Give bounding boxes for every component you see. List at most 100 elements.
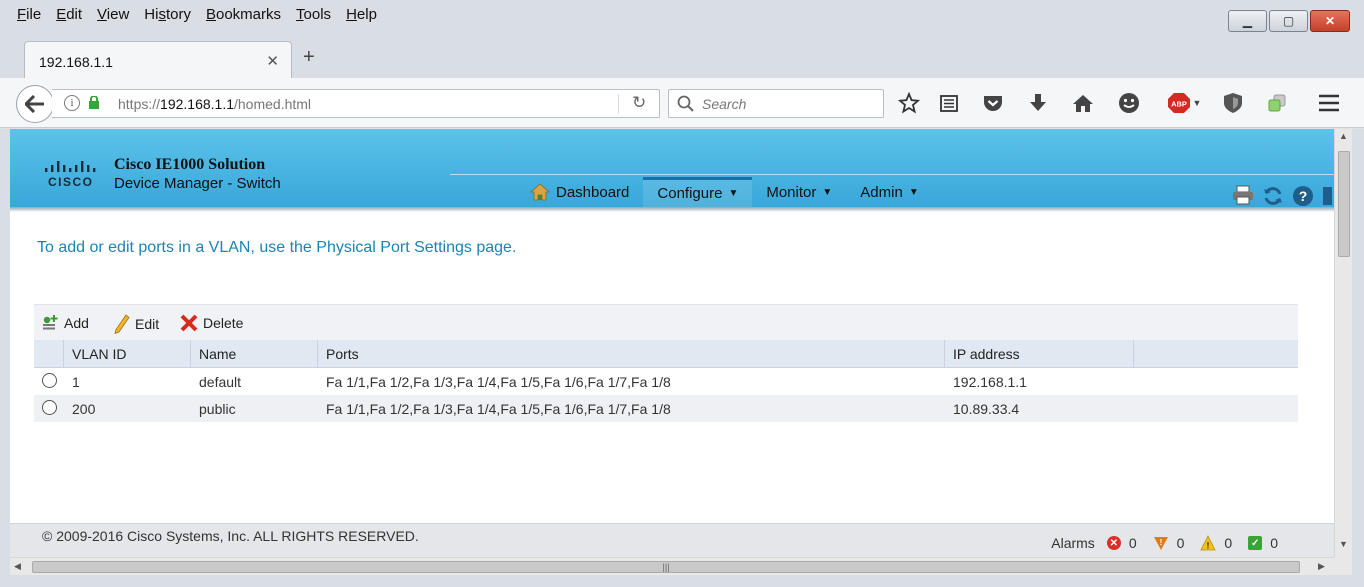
- reading-list-icon[interactable]: [937, 91, 961, 115]
- pocket-icon[interactable]: [981, 91, 1005, 115]
- menu-tools-rest: ools: [303, 6, 332, 23]
- horizontal-scroll-thumb[interactable]: |||: [32, 561, 1300, 573]
- smiley-icon[interactable]: [1117, 91, 1141, 115]
- alarm-ok-count: 0: [1270, 535, 1278, 551]
- cell-name: default: [199, 373, 242, 390]
- menu-help[interactable]: Help: [339, 6, 385, 23]
- tab-close-icon[interactable]: ✕: [266, 52, 279, 70]
- new-tab-icon[interactable]: +: [303, 47, 315, 67]
- close-window-button[interactable]: ✕: [1310, 10, 1350, 32]
- header-shine: [450, 174, 1334, 175]
- alarm-minor[interactable]: ! 0: [1200, 535, 1232, 551]
- home-icon[interactable]: [1071, 91, 1095, 115]
- header-vlan-id[interactable]: VLAN ID: [64, 340, 191, 367]
- svg-text:ABP: ABP: [1171, 100, 1187, 109]
- reload-icon[interactable]: ↻: [632, 93, 646, 113]
- bookmark-star-icon[interactable]: [897, 91, 921, 115]
- window-right-edge: [1352, 129, 1364, 575]
- menu-tools[interactable]: Tools: [289, 6, 339, 23]
- chevron-down-icon[interactable]: ▼: [1193, 98, 1202, 108]
- cell-filler: [1134, 395, 1298, 422]
- horizontal-scrollbar[interactable]: ◀ ||| ▶: [10, 557, 1334, 575]
- lock-icon[interactable]: [88, 96, 100, 109]
- ok-check-icon: ✓: [1248, 536, 1263, 550]
- vlan-notice-link[interactable]: To add or edit ports in a VLAN, use the …: [37, 239, 516, 257]
- svg-text:!: !: [1159, 538, 1162, 547]
- scroll-down-arrow-icon[interactable]: ▼: [1335, 539, 1352, 553]
- nav-dashboard[interactable]: Dashboard: [516, 177, 643, 207]
- refresh-icon[interactable]: [1262, 185, 1284, 207]
- minimize-icon: ▁: [1242, 14, 1253, 28]
- cell-ports: Fa 1/1,Fa 1/2,Fa 1/3,Fa 1/4,Fa 1/5,Fa 1/…: [326, 373, 671, 390]
- header-tools: ?: [1232, 185, 1332, 207]
- hamburger-menu-icon[interactable]: [1317, 91, 1341, 115]
- main-navigation: Dashboard Configure ▼ Monitor ▼ Admin ▼: [516, 177, 933, 207]
- adblock-icon[interactable]: ABP ▼: [1164, 91, 1204, 115]
- scroll-left-arrow-icon[interactable]: ◀: [14, 561, 21, 572]
- nav-monitor[interactable]: Monitor ▼: [752, 177, 846, 207]
- search-input[interactable]: Search: [668, 89, 884, 118]
- add-button[interactable]: Add: [41, 314, 89, 332]
- menu-view[interactable]: View: [90, 6, 137, 23]
- scroll-right-arrow-icon[interactable]: ▶: [1318, 561, 1325, 572]
- window-left-edge: [0, 129, 10, 575]
- url-bar[interactable]: i https://192.168.1.1/homed.html ↻: [52, 89, 660, 118]
- cell-ports: Fa 1/1,Fa 1/2,Fa 1/3,Fa 1/4,Fa 1/5,Fa 1/…: [326, 400, 671, 417]
- app-header: CISCO Cisco IE1000 Solution Device Manag…: [10, 129, 1334, 209]
- menu-bookmarks[interactable]: Bookmarks: [199, 6, 289, 23]
- vertical-scroll-thumb[interactable]: [1338, 151, 1350, 257]
- download-icon[interactable]: [1026, 91, 1050, 115]
- alarm-summary: Alarms ✕ 0 ! 0 ! 0 ✓ 0: [1051, 535, 1294, 551]
- product-subtitle: Device Manager - Switch: [114, 175, 281, 192]
- shield-icon[interactable]: [1221, 91, 1245, 115]
- url-separator: [618, 94, 619, 114]
- tab-title: 192.168.1.1: [39, 54, 113, 70]
- cell-ip-address: 10.89.33.4: [953, 400, 1020, 417]
- menu-history-pre: Hi: [144, 6, 159, 23]
- row-select-cell: [34, 395, 64, 422]
- delete-button[interactable]: Delete: [180, 314, 243, 332]
- tab-active[interactable]: 192.168.1.1 ✕: [24, 41, 292, 79]
- maximize-button[interactable]: ▢: [1269, 10, 1308, 32]
- menu-edit[interactable]: Edit: [49, 6, 90, 23]
- nav-admin[interactable]: Admin ▼: [846, 177, 932, 207]
- cell-vlan-id: 1: [72, 373, 80, 390]
- extension-icon[interactable]: [1265, 91, 1289, 115]
- menu-bar: File Edit View History Bookmarks Tools H…: [10, 6, 385, 23]
- grip-icon: |||: [662, 562, 670, 572]
- header-name[interactable]: Name: [191, 340, 318, 367]
- row-radio[interactable]: [41, 399, 57, 415]
- edit-button[interactable]: Edit: [114, 314, 159, 334]
- table-row[interactable]: 1 default Fa 1/1,Fa 1/2,Fa 1/3,Fa 1/4,Fa…: [34, 368, 1298, 395]
- back-button[interactable]: [16, 85, 54, 123]
- alarm-minor-count: 0: [1224, 535, 1233, 551]
- minimize-button[interactable]: ▁: [1228, 10, 1267, 32]
- print-icon[interactable]: [1232, 185, 1254, 205]
- info-icon[interactable]: i: [64, 95, 80, 111]
- url-text[interactable]: https://192.168.1.1/homed.html: [118, 96, 311, 112]
- menu-history[interactable]: History: [137, 6, 199, 23]
- bookmark-icon[interactable]: [1322, 185, 1332, 207]
- nav-configure[interactable]: Configure ▼: [643, 177, 753, 207]
- cell-vlan-id: 200: [72, 400, 96, 417]
- url-prefix: https://: [118, 96, 161, 112]
- menu-file[interactable]: File: [10, 6, 49, 23]
- window-controls: ▁ ▢ ✕: [1228, 10, 1350, 32]
- alarm-major[interactable]: ! 0: [1153, 535, 1184, 551]
- header-ip-address[interactable]: IP address: [945, 340, 1134, 367]
- vertical-scrollbar[interactable]: ▲ ▼: [1334, 129, 1352, 557]
- menu-history-rest: tory: [165, 6, 191, 23]
- header-ports[interactable]: Ports: [318, 340, 945, 367]
- help-icon[interactable]: ?: [1292, 185, 1314, 207]
- critical-alarm-icon: ✕: [1106, 536, 1121, 550]
- menu-file-rest: ile: [26, 6, 42, 23]
- alarm-ok[interactable]: ✓ 0: [1248, 535, 1278, 551]
- header-filler: [1134, 340, 1298, 367]
- menu-help-rest: elp: [356, 6, 377, 23]
- scroll-up-arrow-icon[interactable]: ▲: [1335, 131, 1352, 145]
- house-icon: [530, 183, 550, 201]
- window-titlebar: File Edit View History Bookmarks Tools H…: [0, 0, 1364, 36]
- alarm-critical[interactable]: ✕ 0: [1106, 535, 1137, 551]
- table-row[interactable]: 200 public Fa 1/1,Fa 1/2,Fa 1/3,Fa 1/4,F…: [34, 395, 1298, 422]
- row-radio[interactable]: [41, 372, 57, 388]
